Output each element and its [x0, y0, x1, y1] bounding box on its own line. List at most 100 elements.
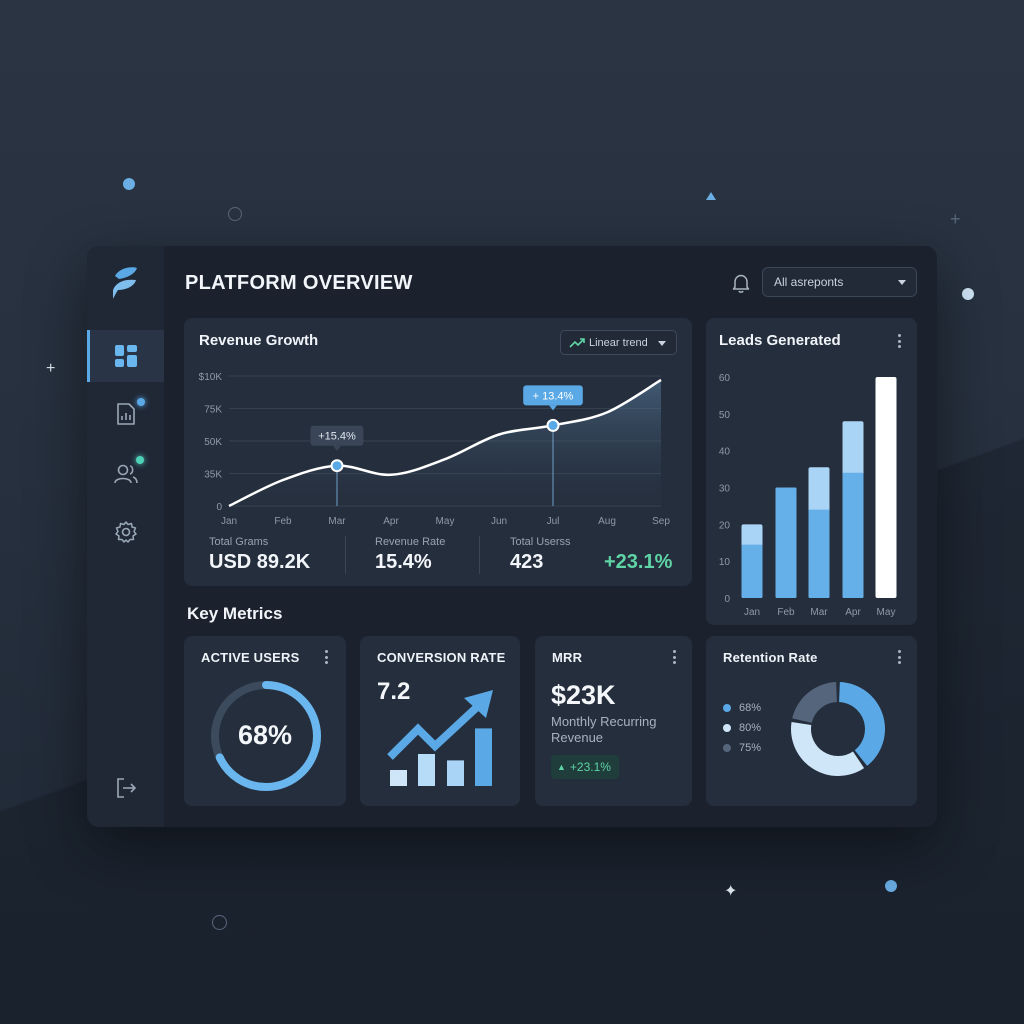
- bar: [875, 377, 897, 598]
- mrr-card: MRR $23K Monthly Recurring Revenue ▲ +23…: [535, 636, 692, 806]
- y-tick-label: 60: [719, 373, 731, 384]
- stat-label: Revenue Rate: [375, 536, 446, 548]
- decor-ring: [228, 207, 242, 221]
- chevron-down-icon: [658, 341, 666, 346]
- bar: [418, 754, 435, 786]
- more-options-icon[interactable]: [325, 650, 329, 664]
- active-users-value: 68%: [237, 720, 293, 750]
- mrr-subtitle: Monthly Recurring Revenue: [551, 714, 657, 745]
- callout-pointer: [333, 445, 341, 451]
- x-tick-label: May: [436, 516, 455, 527]
- stat-value: 15.4%: [375, 551, 432, 573]
- retention-rate-card: Retention Rate 68% 80% 75%: [706, 636, 917, 806]
- y-tick-label: 30: [719, 484, 731, 495]
- y-tick-label: 20: [719, 520, 731, 531]
- x-tick-label: Jan: [221, 516, 237, 527]
- callout-pointer: [549, 405, 557, 411]
- dashboard-icon: [114, 345, 137, 367]
- gear-icon: [114, 521, 137, 543]
- leads-generated-card: Leads Generated 0 10 20 30 40 50 60 Jan Feb Mar Ap…: [706, 318, 917, 625]
- dashboard-window: PLATFORM OVERVIEW All asreponts Revenue …: [87, 246, 937, 827]
- trend-type-dropdown[interactable]: Linear trend: [560, 330, 677, 355]
- y-tick-label: $10K: [199, 372, 223, 383]
- mrr-change-badge: ▲ +23.1%: [551, 755, 619, 779]
- leads-bar-chart: 0 10 20 30 40 50 60 Jan Feb Mar Apr May: [719, 373, 897, 618]
- x-tick-label: May: [877, 607, 896, 618]
- data-point: [330, 459, 344, 473]
- active-users-card: ACTIVE USERS 68%: [184, 636, 346, 806]
- section-title: Key Metrics: [187, 604, 283, 623]
- legend-swatch: [723, 724, 731, 732]
- divider: [479, 536, 480, 574]
- x-tick-label: Aug: [598, 516, 616, 527]
- y-tick-label: 50K: [204, 437, 222, 448]
- x-tick-label: Apr: [383, 516, 399, 527]
- logout-icon: [116, 778, 136, 798]
- page-title: PLATFORM OVERVIEW: [185, 272, 413, 294]
- area-fill: [229, 379, 661, 506]
- card-title: ACTIVE USERS: [201, 650, 300, 665]
- trend-up-icon: [569, 338, 585, 348]
- trend-arrow-line: [387, 705, 479, 760]
- legend-swatch: [723, 704, 731, 712]
- stat-value: 423: [510, 551, 544, 573]
- card-title: CONVERSION RATE: [377, 650, 506, 665]
- y-tick-label: 0: [216, 502, 222, 513]
- card-title: Revenue Growth: [199, 332, 319, 349]
- pie-slice: [791, 722, 865, 776]
- pie-slice: [839, 682, 885, 766]
- y-tick-label: 40: [719, 447, 731, 458]
- x-tick-label: Mar: [810, 607, 828, 618]
- main-content: PLATFORM OVERVIEW All asreponts Revenue …: [164, 246, 937, 827]
- bell-icon[interactable]: [730, 272, 752, 294]
- x-tick-label: Jun: [491, 516, 507, 527]
- legend-swatch: [723, 744, 731, 752]
- more-options-icon[interactable]: [898, 650, 902, 664]
- pie-slice: [792, 682, 837, 723]
- x-tick-label: Jan: [744, 607, 760, 618]
- decor-dot: [885, 880, 897, 892]
- mrr-value: $23K: [551, 680, 616, 710]
- sidebar-item-dashboard[interactable]: [87, 330, 164, 382]
- chevron-down-icon: [898, 280, 906, 285]
- sidebar-item-users[interactable]: [87, 448, 164, 500]
- x-tick-label: Apr: [845, 607, 861, 618]
- divider: [345, 536, 346, 574]
- legend-label: 75%: [739, 742, 762, 754]
- callout-label: +15.4%: [318, 431, 356, 443]
- sidebar: [87, 246, 164, 827]
- arrow-up-icon: ▲: [557, 762, 566, 772]
- decor-sparkle: +: [46, 360, 56, 377]
- sidebar-item-reports[interactable]: [87, 388, 164, 440]
- notification-dot: [136, 456, 144, 464]
- x-tick-label: Jul: [547, 516, 560, 527]
- bar-segment: [842, 472, 864, 598]
- sidebar-item-settings[interactable]: [87, 506, 164, 558]
- filter-dropdown[interactable]: All asreponts: [762, 267, 917, 297]
- brand-logo-icon: [113, 267, 137, 299]
- y-tick-label: 35K: [204, 470, 222, 481]
- card-title: MRR: [552, 650, 583, 665]
- more-options-icon[interactable]: [673, 650, 677, 664]
- decor-ring: [212, 915, 227, 930]
- notification-dot: [137, 398, 145, 406]
- y-tick-label: 10: [719, 557, 731, 568]
- change-value: +23.1%: [604, 551, 673, 573]
- x-tick-label: Feb: [274, 516, 292, 527]
- bar: [390, 770, 407, 786]
- bar-segment: [775, 487, 797, 598]
- bar: [447, 760, 464, 786]
- more-options-icon[interactable]: [898, 334, 902, 348]
- logout-button[interactable]: [87, 762, 164, 814]
- legend-item: 68%: [723, 702, 761, 714]
- callout-label: + 13.4%: [533, 390, 574, 402]
- legend-label: 80%: [739, 722, 762, 734]
- decor-sparkle: ✦: [724, 883, 738, 900]
- bar-segment: [741, 544, 763, 598]
- legend-item: 75%: [723, 742, 761, 754]
- conversion-rate-card: CONVERSION RATE 7.2: [360, 636, 520, 806]
- bar: [475, 728, 492, 786]
- legend-item: 80%: [723, 722, 761, 734]
- decor-cross: +: [950, 209, 961, 229]
- stat-label: Total Grams: [209, 536, 269, 548]
